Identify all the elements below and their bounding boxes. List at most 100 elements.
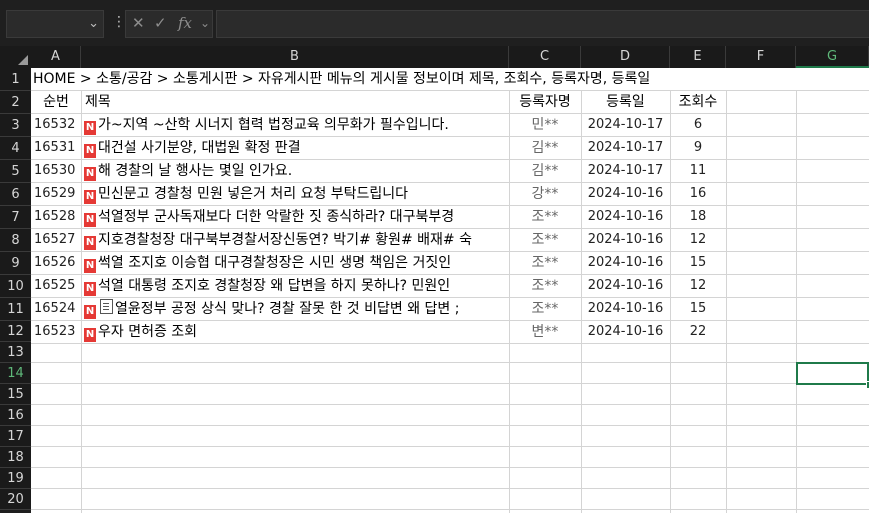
table-row: 16528 N 석열정부 군사독재보다 더한 악랄한 짓 종식하라? 대구북부경 …: [31, 206, 869, 229]
select-all-button[interactable]: [0, 46, 31, 68]
row-header-16[interactable]: 16: [0, 405, 31, 426]
cell-title[interactable]: N 우자 면허증 조회: [84, 321, 508, 343]
cell-views[interactable]: 11: [670, 160, 726, 182]
row-header-8[interactable]: 8: [0, 229, 31, 252]
new-badge-icon: N: [84, 236, 96, 250]
cell-no[interactable]: 16524: [34, 298, 81, 320]
table-row: 16529 N 민신문고 경찰청 민원 넣은거 처리 요청 부탁드립니다 강** …: [31, 183, 869, 206]
cell-views[interactable]: 22: [670, 321, 726, 343]
cell-views[interactable]: 12: [670, 229, 726, 251]
cell-views[interactable]: 15: [670, 252, 726, 274]
column-header-a[interactable]: A: [31, 46, 81, 68]
cell-no[interactable]: 16530: [34, 160, 81, 182]
cell-author[interactable]: 조**: [509, 275, 581, 297]
breadcrumb[interactable]: HOME > 소통/공감 > 소통게시판 > 자유게시판 메뉴의 게시물 정보이…: [33, 68, 867, 90]
cell-author[interactable]: 민**: [509, 114, 581, 136]
cell-date[interactable]: 2024-10-17: [581, 114, 670, 136]
header-title[interactable]: 제목: [85, 91, 505, 113]
cell-title[interactable]: N 열윤정부 공정 상식 맞나? 경찰 잘못 한 것 비답변 왜 답변 ;: [84, 298, 508, 320]
name-box[interactable]: ⌄: [6, 10, 104, 38]
cancel-icon[interactable]: ✕: [132, 14, 145, 32]
row-header-4[interactable]: 4: [0, 137, 31, 160]
enter-icon[interactable]: ✓: [154, 14, 167, 32]
column-header-g[interactable]: G: [796, 46, 869, 68]
column-header-c[interactable]: C: [509, 46, 581, 68]
header-views[interactable]: 조회수: [670, 91, 726, 113]
insert-function-icon[interactable]: fx: [178, 14, 192, 32]
formula-input[interactable]: [216, 10, 869, 38]
cell-views[interactable]: 15: [670, 298, 726, 320]
cell-no[interactable]: 16531: [34, 137, 81, 159]
cell-views[interactable]: 6: [670, 114, 726, 136]
cell-author[interactable]: 조**: [509, 229, 581, 251]
cell-no[interactable]: 16525: [34, 275, 81, 297]
cell-author[interactable]: 조**: [509, 252, 581, 274]
column-header-d[interactable]: D: [581, 46, 670, 68]
cell-author[interactable]: 강**: [509, 183, 581, 205]
column-headers: A B C D E F G: [0, 46, 869, 68]
cell-author[interactable]: 조**: [509, 206, 581, 228]
cell-date[interactable]: 2024-10-16: [581, 321, 670, 343]
row-header-15[interactable]: 15: [0, 384, 31, 405]
cell-date[interactable]: 2024-10-16: [581, 298, 670, 320]
cell-date[interactable]: 2024-10-17: [581, 160, 670, 182]
cell-title[interactable]: N 민신문고 경찰청 민원 넣은거 처리 요청 부탁드립니다: [84, 183, 508, 205]
cell-date[interactable]: 2024-10-16: [581, 229, 670, 251]
header-author[interactable]: 등록자명: [509, 91, 581, 113]
cell-title[interactable]: N 썩열 조지호 이승협 대구경찰청장은 시민 생명 책임은 거짓인: [84, 252, 508, 274]
cell-date[interactable]: 2024-10-16: [581, 206, 670, 228]
row-header-6[interactable]: 6: [0, 183, 31, 206]
header-no[interactable]: 순번: [31, 91, 81, 113]
row-header-17[interactable]: 17: [0, 426, 31, 447]
chevron-down-icon[interactable]: ⌄: [200, 16, 210, 30]
row-header-7[interactable]: 7: [0, 206, 31, 229]
empty-row: [31, 342, 869, 363]
cell-author[interactable]: 김**: [509, 137, 581, 159]
cell-date[interactable]: 2024-10-17: [581, 137, 670, 159]
row-header-5[interactable]: 5: [0, 160, 31, 183]
row-header-2[interactable]: 2: [0, 91, 31, 114]
more-options-icon[interactable]: ⋮: [112, 14, 126, 30]
column-header-b[interactable]: B: [81, 46, 509, 68]
column-header-f[interactable]: F: [726, 46, 796, 68]
cell-no[interactable]: 16527: [34, 229, 81, 251]
row-header-10[interactable]: 10: [0, 275, 31, 298]
row-header-11[interactable]: 11: [0, 298, 31, 321]
cell-no[interactable]: 16523: [34, 321, 81, 343]
row-header-18[interactable]: 18: [0, 447, 31, 468]
column-header-e[interactable]: E: [670, 46, 726, 68]
cell-no[interactable]: 16532: [34, 114, 81, 136]
row-header-12[interactable]: 12: [0, 321, 31, 342]
cell-title[interactable]: N 가~지역 ~산학 시너지 협력 법정교육 의무화가 필수입니다.: [84, 114, 508, 136]
cell-title[interactable]: N해 경찰의 날 행사는 몇일 인가요.: [84, 160, 508, 182]
cell-views[interactable]: 16: [670, 183, 726, 205]
cell-title[interactable]: N 석열 대통령 조지호 경찰청장 왜 답변을 하지 못하나? 민원인: [84, 275, 508, 297]
cell-author[interactable]: 김**: [509, 160, 581, 182]
row-header-20[interactable]: 20: [0, 489, 31, 510]
row-header-14[interactable]: 14: [0, 363, 31, 384]
cell-title[interactable]: N 지호경찰청장 대구북부경찰서장신동연? 박기# 황원# 배재# 숙: [84, 229, 508, 251]
row-header-9[interactable]: 9: [0, 252, 31, 275]
row-header-1[interactable]: 1: [0, 68, 31, 91]
row-header-13[interactable]: 13: [0, 342, 31, 363]
cell-author[interactable]: 조**: [509, 298, 581, 320]
cell-title[interactable]: N 대건설 사기분양, 대법원 확정 판결: [84, 137, 508, 159]
row-header-19[interactable]: 19: [0, 468, 31, 489]
cell-views[interactable]: 9: [670, 137, 726, 159]
header-date[interactable]: 등록일: [581, 91, 670, 113]
cell-no[interactable]: 16528: [34, 206, 81, 228]
row-header-3[interactable]: 3: [0, 114, 31, 137]
cell-date[interactable]: 2024-10-16: [581, 252, 670, 274]
cell-date[interactable]: 2024-10-16: [581, 183, 670, 205]
cell-title[interactable]: N 석열정부 군사독재보다 더한 악랄한 짓 종식하라? 대구북부경: [84, 206, 508, 228]
selected-cell[interactable]: [796, 362, 869, 385]
chevron-down-icon[interactable]: ⌄: [88, 16, 99, 31]
cell-grid[interactable]: HOME > 소통/공감 > 소통게시판 > 자유게시판 메뉴의 게시물 정보이…: [31, 68, 869, 513]
cell-author[interactable]: 변**: [509, 321, 581, 343]
new-badge-icon: N: [84, 259, 96, 273]
cell-no[interactable]: 16529: [34, 183, 81, 205]
cell-views[interactable]: 12: [670, 275, 726, 297]
cell-date[interactable]: 2024-10-16: [581, 275, 670, 297]
cell-views[interactable]: 18: [670, 206, 726, 228]
cell-no[interactable]: 16526: [34, 252, 81, 274]
